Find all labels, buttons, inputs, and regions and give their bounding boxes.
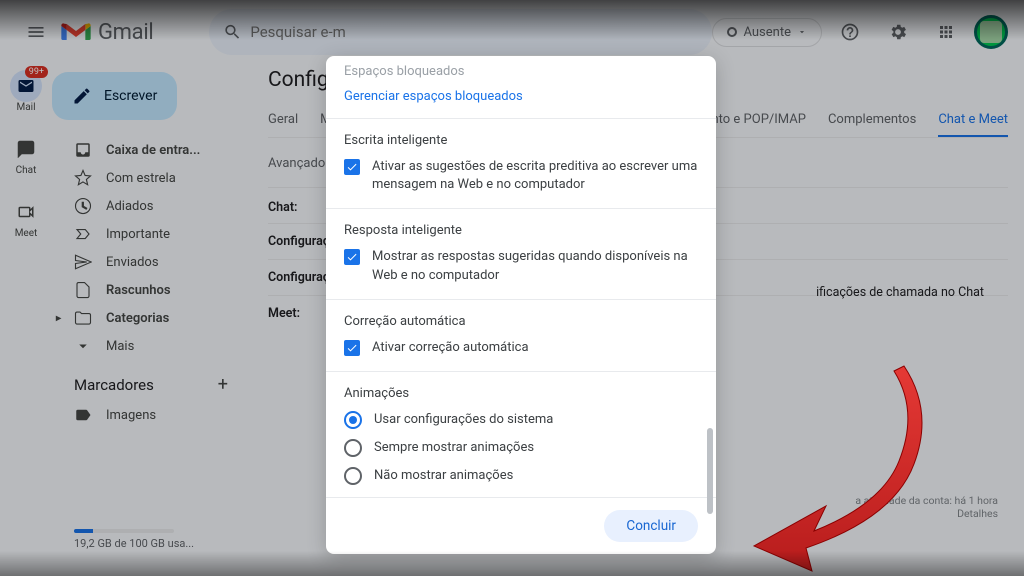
anim-radio-always[interactable]: Sempre mostrar animações (344, 439, 698, 457)
smart-write-title: Escrita inteligente (344, 133, 698, 148)
radio-checked-icon (344, 411, 362, 429)
radio-unchecked-icon (344, 439, 362, 457)
animations-title: Animações (344, 386, 698, 401)
smart-write-checkbox[interactable]: Ativar as sugestões de escrita preditiva… (344, 158, 698, 194)
radio-unchecked-icon (344, 467, 362, 485)
smart-reply-checkbox[interactable]: Mostrar as respostas sugeridas quando di… (344, 248, 698, 284)
settings-dialog: Espaços bloqueados Gerenciar espaços blo… (326, 56, 716, 554)
anim-radio-never[interactable]: Não mostrar animações (344, 467, 698, 485)
autocorrect-checkbox[interactable]: Ativar correção automática (344, 339, 698, 357)
blocked-spaces-title: Espaços bloqueados (344, 64, 698, 79)
anim-radio-system[interactable]: Usar configurações do sistema (344, 411, 698, 429)
autocorrect-title: Correção automática (344, 314, 698, 329)
smart-reply-title: Resposta inteligente (344, 223, 698, 238)
done-button[interactable]: Concluir (604, 510, 698, 542)
checkbox-checked-icon (344, 249, 360, 265)
manage-blocked-link[interactable]: Gerenciar espaços bloqueados (344, 89, 698, 104)
dialog-scrollbar[interactable] (707, 428, 713, 514)
checkbox-checked-icon (344, 340, 360, 356)
checkbox-checked-icon (344, 159, 360, 175)
